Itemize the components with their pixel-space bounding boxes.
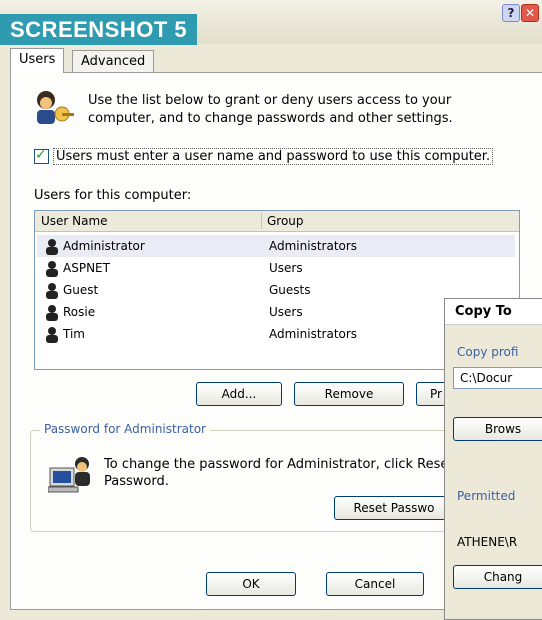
user-name: Tim: [63, 327, 85, 341]
user-icon: [46, 305, 58, 321]
copy-profile-label: Copy profi: [457, 345, 519, 359]
list-header: User Name Group: [35, 211, 519, 232]
user-group: Users: [269, 305, 303, 319]
require-login-checkbox-row[interactable]: Users must enter a user name and passwor…: [34, 147, 494, 165]
user-icon: [46, 261, 58, 277]
reset-password-button[interactable]: Reset Passwo: [334, 496, 454, 520]
computer-user-icon: [48, 457, 90, 493]
column-header-group[interactable]: Group: [261, 211, 304, 231]
change-button[interactable]: Chang: [453, 565, 542, 589]
copy-to-title: Copy To: [445, 299, 542, 325]
users-icon: [37, 91, 74, 124]
require-login-label: Users must enter a user name and passwor…: [53, 148, 494, 165]
password-groupbox-title: Password for Administrator: [40, 422, 210, 436]
add-button[interactable]: Add...: [196, 382, 282, 406]
ok-button[interactable]: OK: [206, 572, 296, 596]
column-header-user-name[interactable]: User Name: [35, 211, 108, 231]
close-button[interactable]: ✕: [521, 4, 539, 22]
user-name: Rosie: [63, 305, 96, 319]
help-button[interactable]: ?: [502, 4, 520, 22]
browse-button[interactable]: Brows: [453, 417, 542, 441]
user-icon: [46, 327, 58, 343]
password-instructions: To change the password for Administrator…: [104, 457, 449, 489]
table-row[interactable]: Administrator Administrators: [37, 235, 515, 257]
permitted-label: Permitted: [457, 489, 516, 503]
user-group: Administrators: [269, 239, 358, 253]
intro-text: Use the list below to grant or deny user…: [88, 93, 453, 126]
user-name: Administrator: [63, 239, 145, 253]
user-group: Guests: [269, 283, 311, 297]
tab-advanced[interactable]: Advanced: [72, 50, 155, 73]
require-login-checkbox[interactable]: [34, 147, 49, 164]
users-section-label: Users for this computer:: [34, 188, 192, 203]
user-group: Administrators: [269, 327, 358, 341]
cancel-button[interactable]: Cancel: [326, 572, 424, 596]
permitted-user-value: ATHENE\R: [457, 535, 518, 549]
copy-to-dialog: Copy To Copy profi C:\Docur Brows Permit…: [444, 298, 542, 620]
user-name: Guest: [63, 283, 99, 297]
user-icon: [46, 283, 58, 299]
user-group: Users: [269, 261, 303, 275]
user-name: ASPNET: [63, 261, 110, 275]
table-row[interactable]: ASPNET Users: [37, 257, 515, 279]
tab-users[interactable]: Users: [10, 48, 65, 73]
copy-profile-path-input[interactable]: C:\Docur: [453, 367, 542, 389]
screenshot-caption: SCREENSHOT 5: [0, 14, 198, 45]
remove-button[interactable]: Remove: [294, 382, 404, 406]
user-icon: [46, 239, 58, 255]
